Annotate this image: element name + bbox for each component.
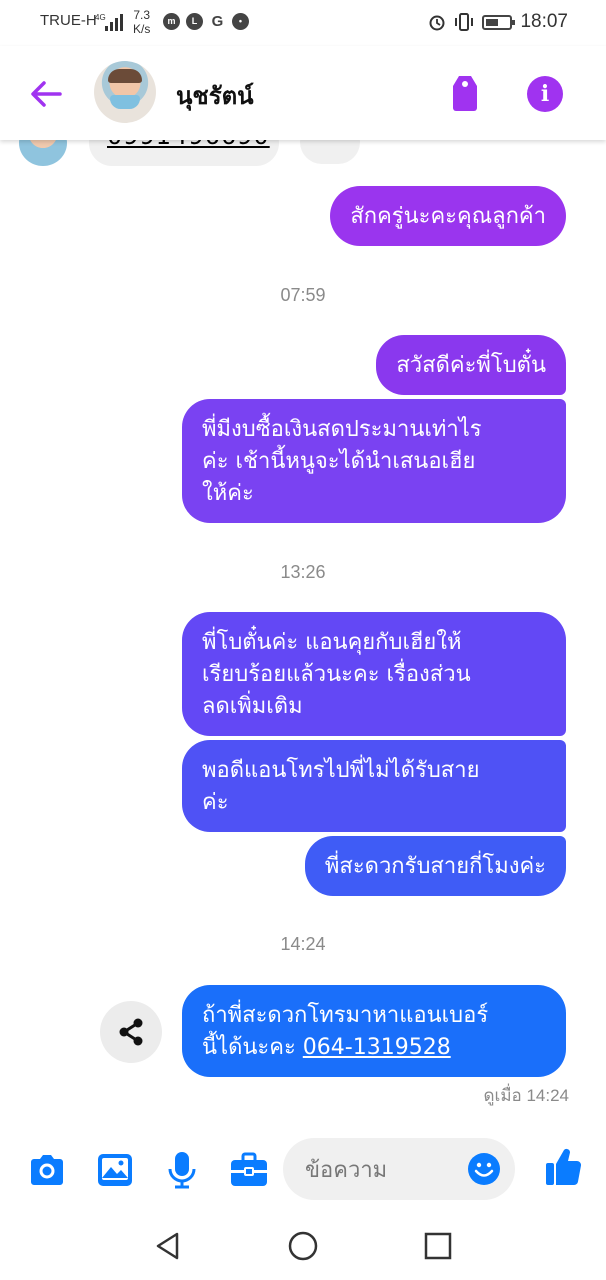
- back-arrow-icon[interactable]: [28, 76, 64, 112]
- message-line: ให้ค่ะ: [202, 481, 254, 506]
- message-input-placeholder: ข้อความ: [305, 1158, 388, 1183]
- google-icon: G: [211, 13, 224, 30]
- microphone-icon[interactable]: [162, 1150, 202, 1190]
- sent-message-bubble[interactable]: ถ้าพี่สะดวกโทรมาหาแอนเบอร์ นี้ได้นะคะ 06…: [182, 985, 566, 1077]
- network-type: 4G: [95, 13, 106, 22]
- message-line: ลดเพิ่มเติม: [202, 694, 303, 719]
- share-button[interactable]: [100, 1001, 162, 1063]
- sent-message-bubble[interactable]: พอดีแอนโทรไปพี่ไม่ได้รับสาย ค่ะ: [182, 740, 566, 832]
- phone-link[interactable]: 064-1319528: [303, 1035, 451, 1060]
- seen-status: ดูเมื่อ 14:24: [483, 1086, 569, 1105]
- message-line-prefix: นี้ได้นะคะ: [202, 1035, 303, 1060]
- thumbs-up-icon[interactable]: [543, 1146, 583, 1188]
- message-text: สักครู่นะคะคุณลูกค้า: [350, 204, 546, 229]
- signal-icon: 4G: [95, 13, 123, 31]
- sent-message-bubble[interactable]: สักครู่นะคะคุณลูกค้า: [330, 186, 566, 246]
- alarm-icon: [429, 15, 445, 31]
- message-text: สวัสดีค่ะพี่โบตั๋น: [396, 353, 546, 378]
- clock: 18:07: [520, 11, 568, 32]
- message-line: เรียบร้อยแล้วนะคะ เรื่องส่วน: [202, 662, 471, 687]
- speed-unit: K/s: [133, 22, 151, 36]
- carrier-label: TRUE-H: [40, 12, 97, 29]
- message-text: พี่สะดวกรับสายกี่โมงค่ะ: [324, 854, 546, 879]
- message-line: พี่โบตั๋นค่ะ แอนคุยกับเฮียให้: [202, 630, 462, 655]
- timestamp: 07:59: [280, 285, 326, 305]
- sent-message-bubble[interactable]: พี่มีงบซื้อเงินสดประมานเท่าไร ค่ะ เช้านี…: [182, 399, 566, 523]
- share-icon: [119, 1018, 143, 1046]
- camera-icon[interactable]: [27, 1150, 67, 1190]
- notification-icons: m L G •: [163, 13, 249, 30]
- message-line: ถ้าพี่สะดวกโทรมาหาแอนเบอร์: [202, 1003, 489, 1028]
- message-line: พอดีแอนโทรไปพี่ไม่ได้รับสาย: [202, 758, 480, 783]
- system-nav-bar: [0, 1210, 606, 1280]
- image-icon[interactable]: [95, 1150, 135, 1190]
- speed-value: 7.3: [133, 8, 151, 22]
- message-line: ค่ะ: [202, 790, 229, 815]
- message-line: ค่ะ เช้านี้หนูจะได้นำเสนอเฮีย: [202, 449, 476, 474]
- message-line: พี่มีงบซื้อเงินสดประมานเท่าไร: [202, 417, 482, 442]
- chat-header: นุชรัตน์ i: [0, 46, 606, 140]
- messenger-icon: m: [163, 13, 180, 30]
- contact-name[interactable]: นุชรัตน์: [176, 76, 254, 115]
- tag-icon[interactable]: [449, 74, 481, 112]
- sent-message-bubble[interactable]: สวัสดีค่ะพี่โบตั๋น: [376, 335, 566, 395]
- status-right: 18:07: [428, 11, 568, 33]
- battery-icon: [482, 14, 516, 30]
- status-bar: TRUE-H 4G 7.3 K/s m L G • 18:07: [0, 0, 606, 46]
- network-speed: 7.3 K/s: [133, 8, 150, 36]
- info-icon[interactable]: i: [527, 76, 563, 112]
- timestamp: 13:26: [280, 562, 326, 582]
- nav-back-icon[interactable]: [152, 1230, 184, 1262]
- briefcase-icon[interactable]: [229, 1150, 269, 1190]
- nav-recents-icon[interactable]: [422, 1230, 454, 1262]
- message-input[interactable]: ข้อความ: [283, 1138, 515, 1200]
- chat-icon: •: [232, 13, 249, 30]
- line-icon: L: [186, 13, 203, 30]
- message-line: นี้ได้นะคะ 064-1319528: [202, 1032, 546, 1064]
- smiley-icon[interactable]: [467, 1152, 501, 1186]
- timestamp: 14:24: [280, 934, 326, 954]
- sent-message-bubble[interactable]: พี่สะดวกรับสายกี่โมงค่ะ: [304, 836, 566, 896]
- vibrate-icon: [455, 13, 474, 31]
- nav-home-icon[interactable]: [287, 1230, 319, 1262]
- sent-message-bubble[interactable]: พี่โบตั๋นค่ะ แอนคุยกับเฮียให้ เรียบร้อยแ…: [182, 612, 566, 736]
- contact-avatar[interactable]: [94, 61, 156, 123]
- message-composer: ข้อความ: [0, 1130, 606, 1210]
